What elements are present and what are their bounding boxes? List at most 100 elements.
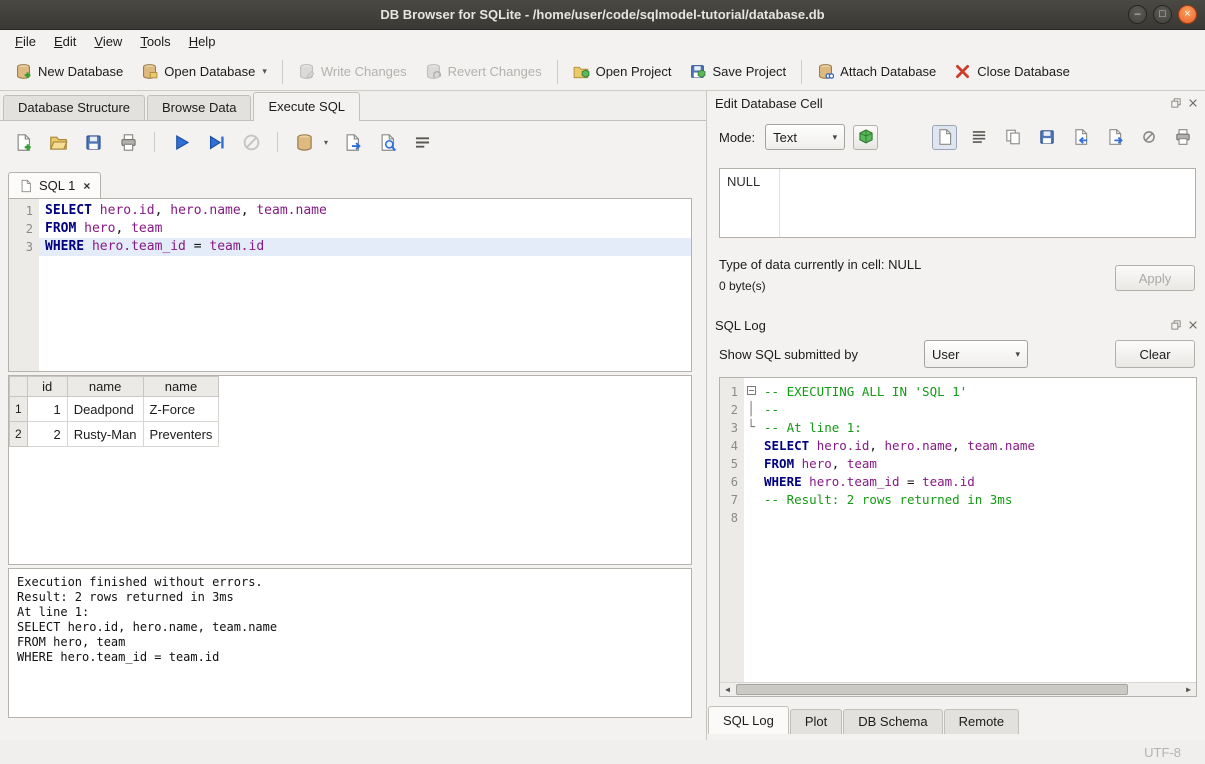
menu-file[interactable]: File (6, 32, 45, 51)
sql-log-title: SQL Log (715, 318, 1170, 333)
results-cell[interactable]: 1 (27, 397, 67, 422)
line-number: 3 (720, 419, 744, 437)
results-cell[interactable]: 2 (27, 422, 67, 447)
sql-file-tab-bar: SQL 1 × (8, 168, 101, 198)
encoding-indicator: UTF-8 (1144, 745, 1181, 760)
tab-db-schema[interactable]: DB Schema (843, 709, 942, 734)
results-cell[interactable]: Deadpond (67, 397, 143, 422)
menu-tools[interactable]: Tools (131, 32, 179, 51)
window-controls: – □ × (1128, 5, 1197, 24)
export-to-database-icon[interactable] (293, 131, 315, 153)
save-project-icon (689, 63, 706, 80)
line-number: 2 (720, 401, 744, 419)
chevron-down-icon: ▾ (1015, 349, 1020, 360)
float-panel-icon[interactable] (1170, 319, 1182, 331)
log-line: 6WHERE hero.team_id = team.id (720, 473, 1196, 491)
open-sql-file-icon[interactable] (47, 131, 69, 153)
menu-bar: FileEditViewToolsHelp (0, 30, 1205, 53)
set-null-icon[interactable] (1136, 125, 1161, 150)
tab-sql-log[interactable]: SQL Log (708, 706, 789, 734)
results-cell[interactable]: Rusty-Man (67, 422, 143, 447)
float-panel-icon[interactable] (1170, 97, 1182, 109)
save-sql-file-icon[interactable] (82, 131, 104, 153)
print-icon[interactable] (1170, 125, 1195, 150)
toolbar-open-project[interactable]: Open Project (564, 58, 681, 85)
execute-all-icon[interactable] (170, 131, 192, 153)
open-project-icon (573, 63, 590, 80)
mode-select[interactable]: Text ▾ (765, 124, 845, 150)
submitted-by-select[interactable]: User ▾ (924, 340, 1028, 368)
import-icon[interactable] (1068, 125, 1093, 150)
maximize-icon[interactable]: □ (1153, 5, 1172, 24)
save-as-icon[interactable] (1034, 125, 1059, 150)
horizontal-scrollbar[interactable]: ◀ ▶ (720, 682, 1196, 696)
log-line: 4SELECT hero.id, hero.name, team.name (720, 437, 1196, 455)
sql-file-icon (19, 179, 33, 193)
dropdown-arrow-icon[interactable]: ▾ (262, 66, 267, 77)
row-number[interactable]: 2 (10, 422, 28, 447)
menu-help[interactable]: Help (180, 32, 225, 51)
execution-message: Execution finished without errors. Resul… (8, 568, 692, 718)
print-icon[interactable] (117, 131, 139, 153)
results-column-header: name (67, 377, 143, 397)
execute-current-line-icon[interactable] (205, 131, 227, 153)
line-number: 7 (720, 491, 744, 509)
tab-browse-data[interactable]: Browse Data (147, 95, 251, 121)
dropdown-arrow-icon[interactable]: ▾ (324, 138, 328, 147)
minimize-icon[interactable]: – (1128, 5, 1147, 24)
text-mode-icon[interactable] (932, 125, 957, 150)
menu-view[interactable]: View (85, 32, 131, 51)
mode-row: Mode: Text ▾ (719, 123, 1195, 151)
clear-button[interactable]: Clear (1115, 340, 1195, 368)
close-panel-icon[interactable] (1187, 319, 1199, 331)
toolbar-close-database[interactable]: Close Database (945, 58, 1079, 85)
mode-label: Mode: (719, 130, 755, 145)
line-number: 5 (720, 455, 744, 473)
main-toolbar: New DatabaseOpen Database▾Write ChangesR… (0, 53, 1205, 91)
cell-editor[interactable]: NULL (719, 168, 1196, 238)
export-icon[interactable] (1102, 125, 1127, 150)
find-replace-icon[interactable] (376, 131, 398, 153)
tab-database-structure[interactable]: Database Structure (3, 95, 145, 121)
menu-edit[interactable]: Edit (45, 32, 85, 51)
row-number[interactable]: 1 (10, 397, 28, 422)
scroll-left-icon[interactable]: ◀ (720, 683, 735, 696)
toolbar-separator (154, 132, 155, 152)
word-wrap-icon[interactable] (411, 131, 433, 153)
toolbar-save-project[interactable]: Save Project (680, 58, 795, 85)
word-wrap-icon[interactable] (966, 125, 991, 150)
sql-file-tab[interactable]: SQL 1 × (8, 172, 101, 198)
close-panel-icon[interactable] (1187, 97, 1199, 109)
apply-mode-icon[interactable] (853, 125, 878, 150)
results-cell[interactable]: Preventers (143, 422, 219, 447)
line-number: 2 (9, 220, 39, 238)
sql-log-controls: Show SQL submitted by User ▾ Clear (719, 339, 1195, 369)
editor-line: 3WHERE hero.team_id = team.id (9, 238, 691, 256)
title-bar: DB Browser for SQLite - /home/user/code/… (0, 0, 1205, 30)
sql-log-view[interactable]: ◀ ▶ 1-- EXECUTING ALL IN 'SQL 1'2│--3└--… (719, 377, 1197, 697)
scrollbar-thumb[interactable] (736, 684, 1128, 695)
tab-plot[interactable]: Plot (790, 709, 842, 734)
app-window: DB Browser for SQLite - /home/user/code/… (0, 0, 1205, 764)
edit-cell-title: Edit Database Cell (715, 96, 1170, 111)
tab-execute-sql[interactable]: Execute SQL (253, 92, 360, 121)
table-row: 11DeadpondZ-Force (10, 397, 219, 422)
close-icon[interactable]: × (1178, 5, 1197, 24)
save-results-icon[interactable] (341, 131, 363, 153)
toolbar-attach-database[interactable]: Attach Database (808, 58, 945, 85)
toolbar-open-database[interactable]: Open Database▾ (132, 58, 276, 85)
fold-marker (744, 473, 758, 491)
editor-line: 2FROM hero, team (9, 220, 691, 238)
copy-icon[interactable] (1000, 125, 1025, 150)
new-tab-icon[interactable] (12, 131, 34, 153)
close-tab-icon[interactable]: × (83, 179, 90, 193)
toolbar-new-database[interactable]: New Database (6, 58, 132, 85)
tab-remote[interactable]: Remote (944, 709, 1020, 734)
sql-editor[interactable]: 1SELECT hero.id, hero.name, team.name2FR… (8, 198, 692, 372)
sql-tab-label: SQL 1 (39, 178, 75, 193)
write-changes-icon (298, 63, 315, 80)
log-line: 2│-- (720, 401, 1196, 419)
scroll-right-icon[interactable]: ▶ (1181, 683, 1196, 696)
results-cell[interactable]: Z-Force (143, 397, 219, 422)
line-number: 8 (720, 509, 744, 527)
